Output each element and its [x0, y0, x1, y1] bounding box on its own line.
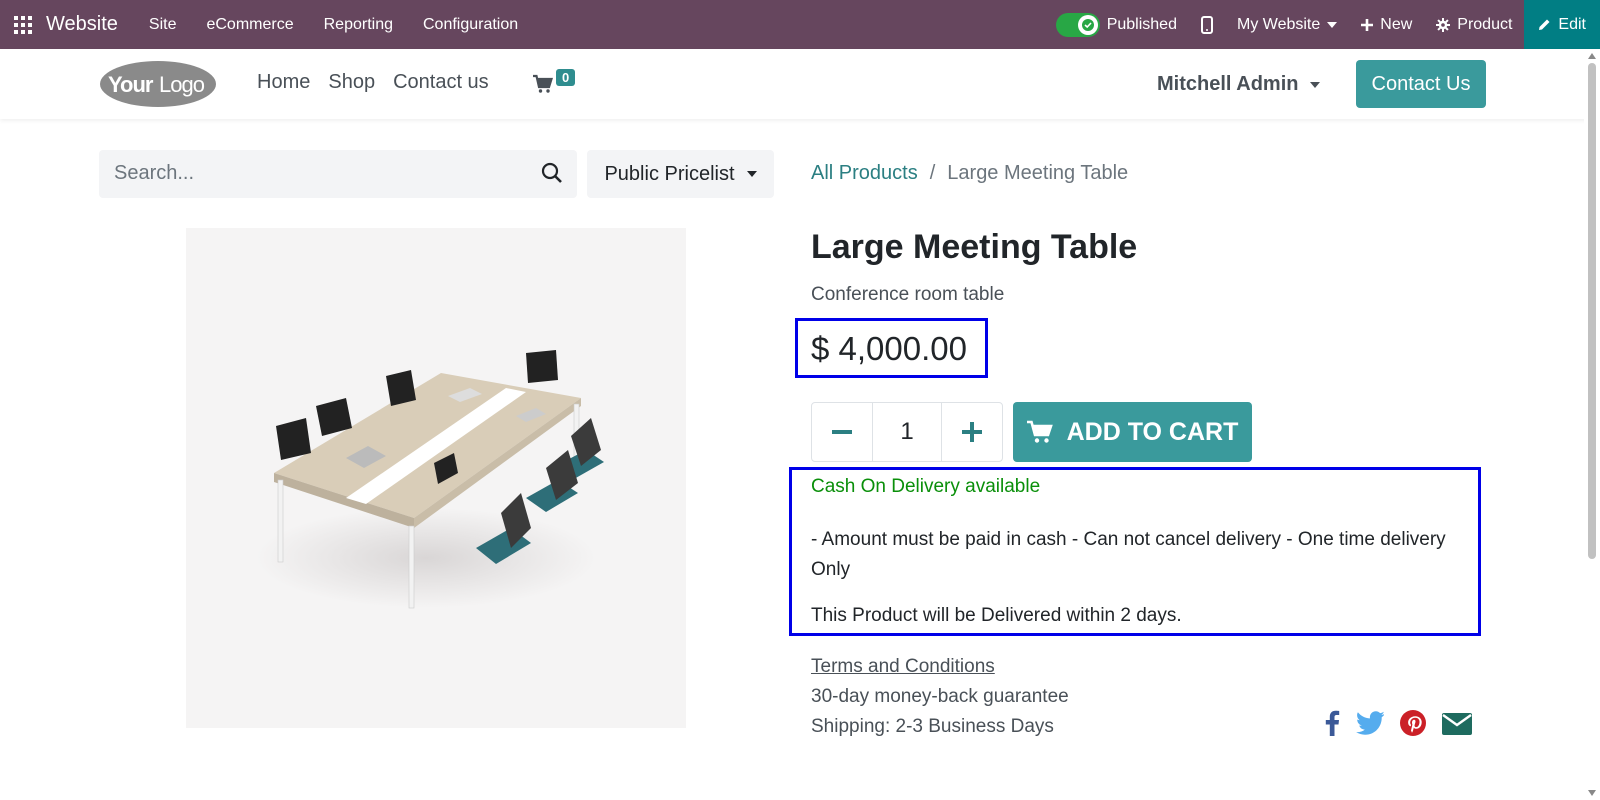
twitter-icon[interactable]: [1356, 711, 1385, 740]
terms-and-conditions-link[interactable]: Terms and Conditions: [811, 656, 995, 678]
delivery-rules-text: - Amount must be paid in cash - Can not …: [811, 529, 1446, 580]
nav-shop[interactable]: Shop: [328, 71, 375, 94]
contact-us-button[interactable]: Contact Us: [1356, 60, 1486, 108]
published-label: Published: [1106, 15, 1177, 33]
svg-text:Logo: Logo: [159, 72, 205, 97]
shopping-cart-icon: [1026, 420, 1053, 443]
delivery-time-text: This Product will be Delivered within 2 …: [811, 605, 1182, 626]
menu-ecommerce[interactable]: eCommerce: [191, 0, 308, 49]
edit-button[interactable]: Edit: [1524, 0, 1600, 49]
scrollbar-thumb[interactable]: [1588, 63, 1596, 559]
admin-top-bar: Website Site eCommerce Reporting Configu…: [0, 0, 1600, 49]
edit-label: Edit: [1558, 15, 1586, 33]
mobile-preview-button[interactable]: [1189, 0, 1225, 49]
mobile-icon: [1200, 15, 1213, 34]
plus-icon: [962, 422, 982, 442]
user-menu[interactable]: Mitchell Admin: [1157, 73, 1321, 96]
user-name: Mitchell Admin: [1157, 73, 1299, 95]
product-image[interactable]: [186, 228, 686, 728]
site-header: Your Logo Home Shop Contact us 0 Mitchel…: [0, 49, 1600, 119]
breadcrumb-all-products[interactable]: All Products: [811, 162, 918, 185]
quantity-stepper: 1: [811, 402, 1003, 462]
check-icon: [1081, 18, 1094, 31]
menu-configuration[interactable]: Configuration: [408, 0, 533, 49]
pricelist-dropdown[interactable]: Public Pricelist: [587, 150, 774, 198]
guarantee-text: 30-day money-back guarantee: [811, 686, 1069, 707]
svg-text:Your: Your: [108, 72, 154, 97]
menu-reporting[interactable]: Reporting: [309, 0, 408, 49]
pricelist-label: Public Pricelist: [604, 162, 735, 185]
apps-menu-icon[interactable]: [0, 0, 46, 49]
breadcrumb-separator: /: [929, 162, 936, 184]
shopping-cart-icon: [533, 74, 553, 93]
shipping-text: Shipping: 2-3 Business Days: [811, 716, 1054, 737]
pencil-icon: [1539, 19, 1550, 30]
nav-contact-us[interactable]: Contact us: [393, 71, 489, 94]
site-logo[interactable]: Your Logo: [98, 59, 218, 109]
new-label: New: [1380, 15, 1413, 33]
product-title: Large Meeting Table: [811, 228, 1138, 266]
quantity-input[interactable]: 1: [872, 403, 942, 461]
new-button[interactable]: New: [1349, 0, 1424, 49]
scroll-up-arrow-icon[interactable]: [1588, 53, 1596, 59]
chevron-down-icon: [1310, 81, 1321, 88]
add-to-cart-label: ADD TO CART: [1066, 417, 1239, 446]
search-icon[interactable]: [541, 162, 563, 189]
product-description: Conference room table: [811, 284, 1005, 305]
cash-on-delivery-text: Cash On Delivery available: [811, 476, 1041, 497]
facebook-icon[interactable]: [1324, 710, 1340, 741]
search-input[interactable]: [114, 162, 514, 185]
cart-button[interactable]: 0: [533, 69, 583, 99]
product-search: [99, 150, 577, 198]
envelope-icon[interactable]: [1442, 711, 1472, 740]
product-price: $ 4,000.00: [811, 330, 967, 367]
decrease-quantity-button[interactable]: [812, 403, 872, 461]
add-to-cart-button[interactable]: ADD TO CART: [1013, 402, 1252, 462]
gear-icon: [1436, 17, 1451, 32]
plus-icon: [1361, 18, 1374, 31]
toggle-switch[interactable]: [1055, 12, 1100, 37]
chevron-down-icon: [1327, 21, 1338, 28]
share-links: [1324, 710, 1472, 741]
main-nav: Home Shop Contact us: [257, 71, 507, 94]
chevron-down-icon: [746, 171, 757, 177]
minus-icon: [832, 430, 852, 434]
website-label: My Website: [1236, 15, 1321, 33]
website-switcher[interactable]: My Website: [1225, 0, 1349, 49]
published-toggle[interactable]: Published: [1044, 0, 1189, 49]
product-label: Product: [1457, 15, 1513, 33]
cart-count-badge: 0: [556, 69, 576, 86]
page-scrollbar[interactable]: [1584, 49, 1600, 800]
breadcrumb-current: Large Meeting Table: [947, 162, 1129, 184]
menu-site[interactable]: Site: [134, 0, 192, 49]
scroll-down-arrow-icon[interactable]: [1588, 790, 1596, 796]
product-settings-button[interactable]: Product: [1424, 0, 1524, 49]
increase-quantity-button[interactable]: [942, 403, 1002, 461]
app-brand[interactable]: Website: [46, 13, 118, 36]
nav-home[interactable]: Home: [257, 71, 310, 94]
breadcrumb: All Products / Large Meeting Table: [811, 162, 1128, 185]
pinterest-icon[interactable]: [1400, 710, 1426, 741]
